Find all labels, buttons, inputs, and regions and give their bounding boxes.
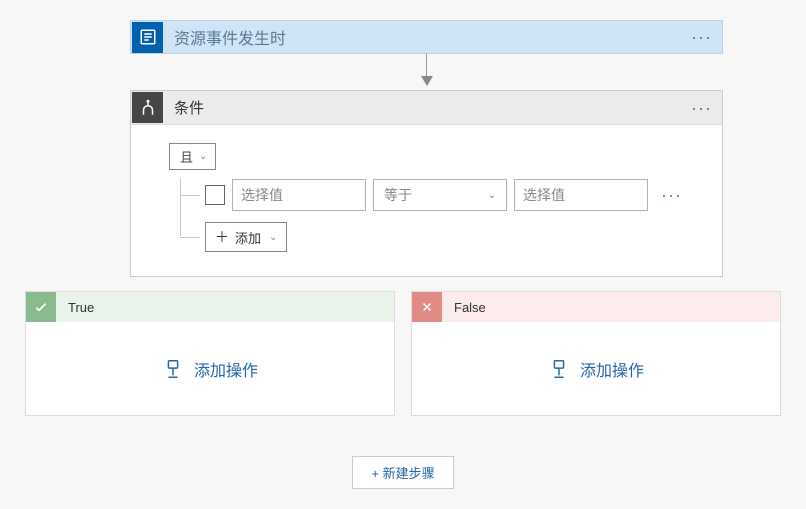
condition-icon [132,92,163,123]
false-branch: False 添加操作 [411,291,781,416]
add-condition-button[interactable]: ＋ 添加 ⌄ [205,222,287,252]
false-add-action-button[interactable]: 添加操作 [548,357,644,381]
condition-right-value-input[interactable] [514,179,648,211]
chevron-down-icon: ⌄ [199,151,207,162]
azure-resource-icon [132,22,163,53]
true-branch: True 添加操作 [25,291,395,416]
flow-arrow [130,54,723,90]
checkmark-icon [26,292,56,322]
condition-operator-select[interactable]: 等于 ⌄ [373,179,507,211]
false-add-action-label: 添加操作 [580,357,644,381]
plus-icon: ＋ [215,227,229,247]
false-branch-label: False [454,300,486,315]
true-branch-header: True [26,292,394,322]
close-icon [412,292,442,322]
add-action-icon [162,358,184,380]
group-operator-label: 且 [180,147,193,166]
true-add-action-button[interactable]: 添加操作 [162,357,258,381]
new-step-button[interactable]: + 新建步骤 [352,456,453,489]
trigger-more-icon[interactable]: ··· [691,28,712,46]
chevron-down-icon: ⌄ [269,232,277,243]
trigger-card[interactable]: 资源事件发生时 ··· [130,20,723,54]
true-add-action-label: 添加操作 [194,357,258,381]
group-operator-select[interactable]: 且 ⌄ [169,143,216,170]
add-condition-label: 添加 [235,228,261,247]
add-action-icon [548,358,570,380]
condition-title: 条件 [174,97,204,118]
condition-operator-label: 等于 [384,185,412,205]
condition-row-more-icon[interactable]: ··· [661,186,682,204]
true-branch-label: True [68,300,94,315]
condition-row-checkbox[interactable] [205,185,225,205]
false-branch-header: False [412,292,780,322]
condition-header[interactable]: 条件 ··· [131,91,722,125]
condition-card: 条件 ··· 且 ⌄ 等于 ⌄ [130,90,723,277]
chevron-down-icon: ⌄ [488,190,496,201]
condition-left-value-input[interactable] [232,179,366,211]
trigger-title: 资源事件发生时 [174,25,286,49]
condition-more-icon[interactable]: ··· [691,99,712,117]
